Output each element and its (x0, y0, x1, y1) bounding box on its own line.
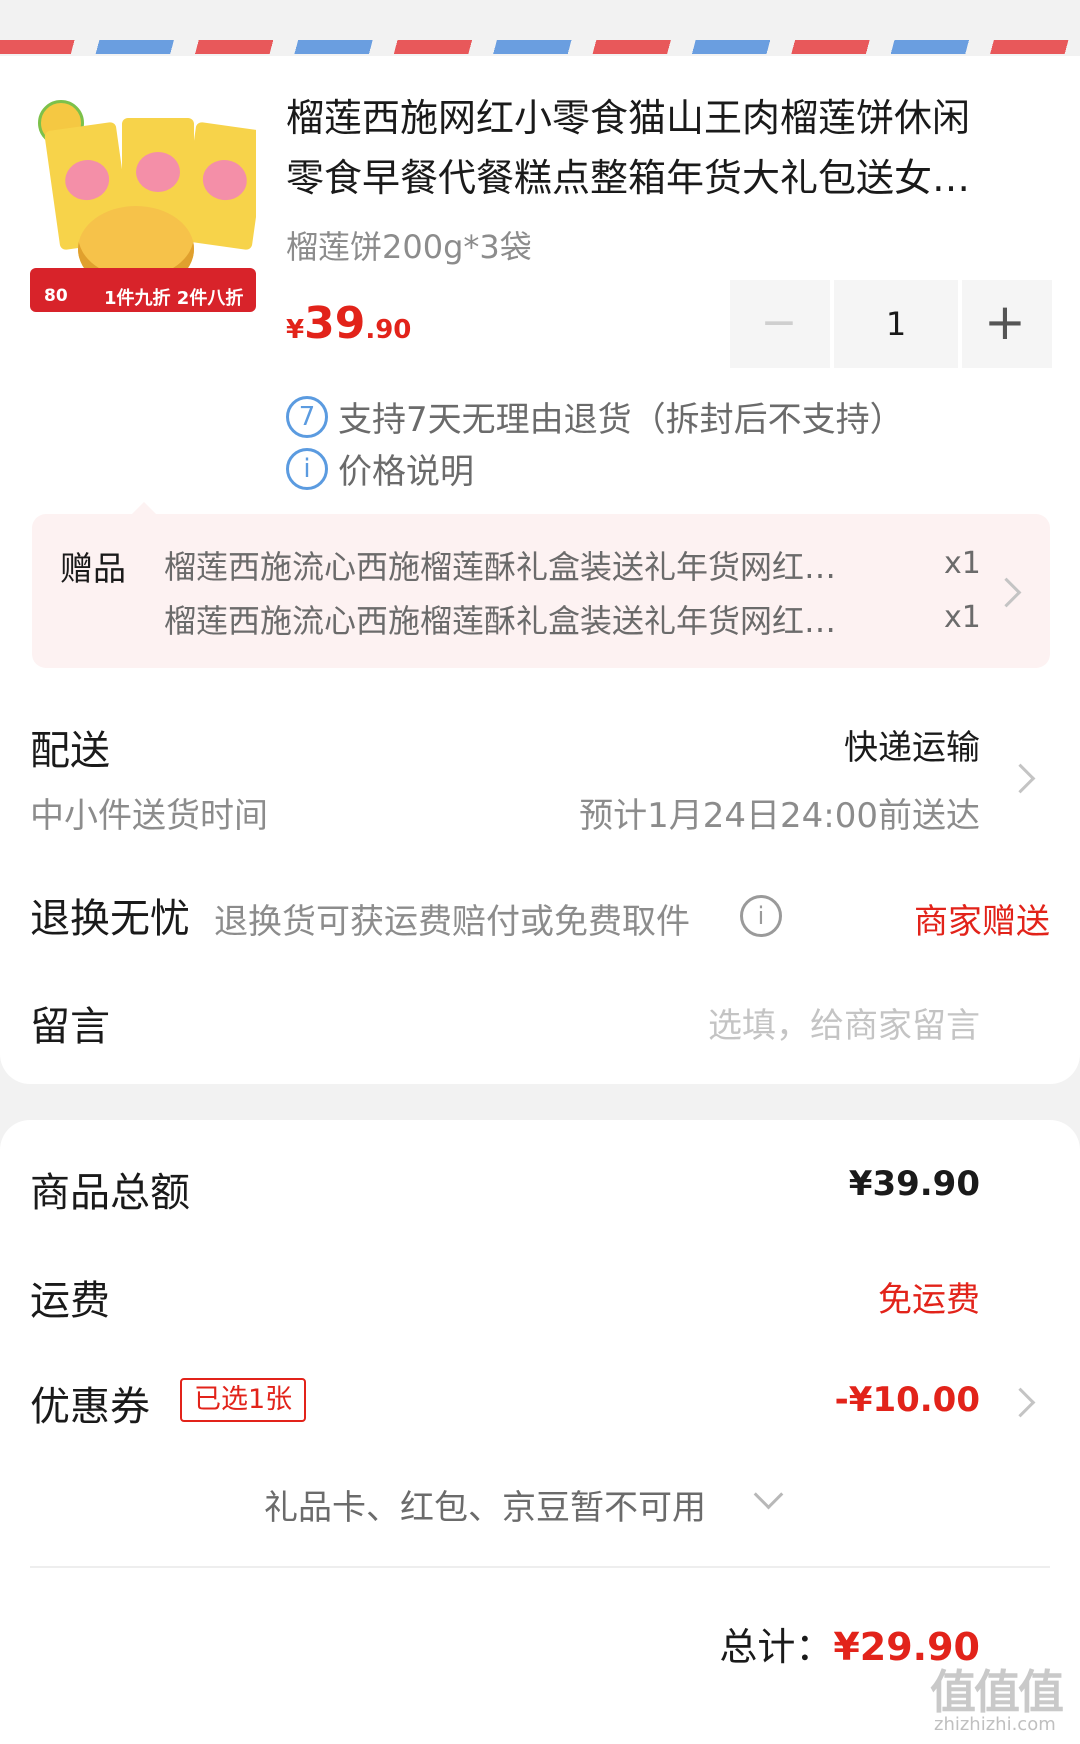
return-service-desc: 退换货可获运费赔付或免费取件 (214, 902, 690, 942)
delivery-time-label: 中小件送货时间 (30, 796, 268, 836)
watermark-logo: 值值值 (930, 1665, 1064, 1719)
gift-section[interactable] (32, 514, 1050, 668)
info-icon: i (286, 448, 328, 490)
promo-band-text: 1件九折 2件八折 (104, 288, 244, 309)
airmail-stripe-decoration (0, 40, 1080, 54)
shipping-value: 免运费 (878, 1280, 980, 1320)
shipping-label: 运费 (30, 1278, 110, 1324)
product-title[interactable]: 榴莲西施网红小零食猫山王肉榴莲饼休闲 零食早餐代餐糕点整箱年货大礼包送女… (286, 88, 1056, 208)
unavailable-payments-text[interactable]: 礼品卡、红包、京豆暂不可用 (264, 1480, 706, 1529)
quantity-input[interactable]: 1 (830, 280, 962, 368)
subtotal-value: ¥39.90 (848, 1164, 980, 1204)
divider (30, 1566, 1050, 1568)
return-service-value: 商家赠送 (914, 902, 1050, 942)
watermark-url: zhizhizhi.com (934, 1714, 1056, 1735)
product-image[interactable]: 80 1件九折 2件八折 (30, 98, 256, 318)
message-input[interactable]: 选填，给商家留言 (708, 998, 980, 1047)
return-service-label: 退换无忧 (30, 896, 190, 942)
gift-item-qty: x1 (944, 600, 981, 635)
price-integer: 39 (304, 298, 366, 349)
delivery-time-value[interactable]: 预计1月24日24:00前送达 (579, 788, 980, 837)
product-title-line2: 零食早餐代餐糕点整箱年货大礼包送女… (286, 156, 971, 200)
delivery-method[interactable]: 快递运输 (844, 720, 980, 769)
product-spec[interactable]: 榴莲饼200g*3袋 (286, 222, 532, 268)
price-currency: ¥ (286, 315, 305, 345)
coupon-value[interactable]: -¥10.00 (835, 1380, 980, 1420)
delivery-label: 配送 (30, 728, 110, 774)
gift-label: 赠品 (60, 549, 126, 588)
info-icon[interactable]: i (740, 895, 782, 937)
return-policy-text[interactable]: 支持7天无理由退货（拆封后不支持） (338, 392, 904, 441)
gift-item-name: 榴莲西施流心西施榴莲酥礼盒装送礼年货网红… (164, 602, 837, 640)
price-decimal: .90 (365, 315, 412, 345)
price-explanation-link[interactable]: 价格说明 (338, 444, 474, 493)
gift-item-qty: x1 (944, 546, 981, 581)
gift-item-name: 榴莲西施流心西施榴莲酥礼盒装送礼年货网红… (164, 548, 837, 586)
product-title-line1: 榴莲西施网红小零食猫山王肉榴莲饼休闲 (286, 96, 971, 140)
increase-quantity-button[interactable]: + (958, 280, 1052, 368)
subtotal-label: 商品总额 (30, 1170, 190, 1216)
message-label: 留言 (30, 1004, 110, 1050)
quantity-stepper: − 1 + (730, 280, 1052, 368)
seven-day-return-icon: 7 (286, 396, 328, 438)
decrease-quantity-button[interactable]: − (730, 280, 828, 368)
promo-band: 80 1件九折 2件八折 (30, 268, 256, 312)
total-label: 总计： (719, 1625, 834, 1669)
promo-band-number: 80 (44, 286, 68, 306)
coupon-selected-badge: 已选1张 (180, 1378, 307, 1422)
product-price: ¥39.90 (286, 298, 411, 349)
coupon-label: 优惠券 (30, 1384, 150, 1430)
